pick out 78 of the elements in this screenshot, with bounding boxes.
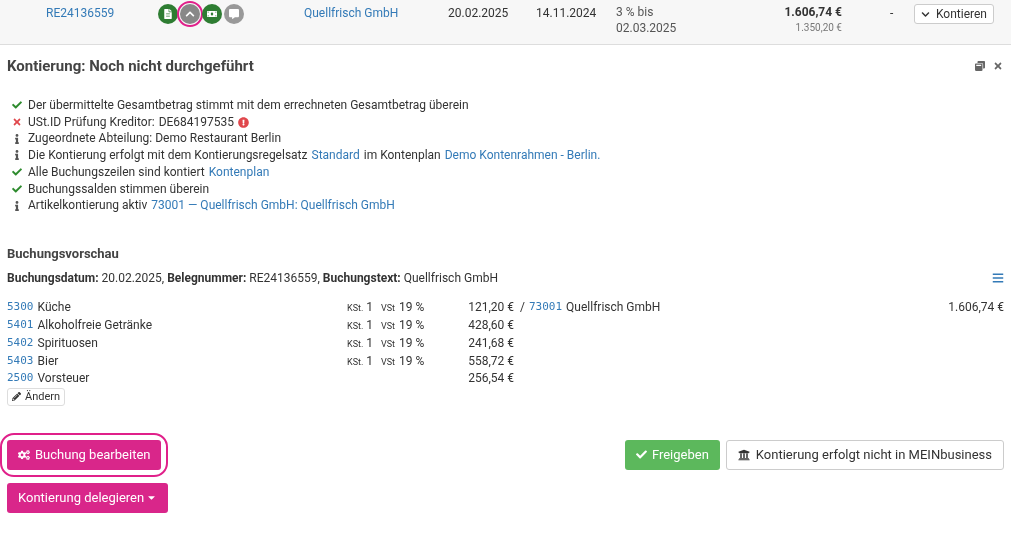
amount-text: 241,68 € [467,334,514,352]
separator-text: / [520,299,525,317]
restore-icon[interactable] [975,61,985,71]
total-amount: 1.606,74 € [948,299,1004,317]
close-icon[interactable] [993,61,1003,71]
tax-rate: 19 % [399,352,425,370]
chevron-down-icon [921,9,930,19]
check-text: Alle Buchungszeilen sind kontiert [28,163,205,181]
account-link[interactable]: 5401 [7,317,34,335]
bank-icon [737,448,750,461]
invoice-number-link[interactable]: RE24136559 [46,4,158,22]
account-name: Vorsteuer [37,370,90,387]
kontieren-button[interactable]: Kontieren [914,4,994,24]
account-name: Bier [37,352,59,370]
account-link[interactable]: 73001 [528,299,563,318]
cost-center-value: 1 [366,334,374,352]
check-text: Zugeordnete Abteilung: Demo Restaurant Berlin [28,130,282,148]
tax-rate: 19 % [399,317,425,334]
panel-title: Kontierung: Noch nicht durchgeführt [7,55,254,77]
amount-text: 256,54 € [467,370,514,387]
net-amount-text: 1.350,20 € [795,21,842,35]
amount-text: 1.606,74 € [784,4,842,20]
external-booking-button[interactable]: Kontierung erfolgt nicht in MEINbusiness [725,439,1004,470]
check-text: Artikelkontierung aktiv [28,197,148,214]
link[interactable]: 73001 — Quellfrisch GmbH: Quellfrisch GmbH [151,197,395,214]
discount-text: 02.03.2025 [616,20,678,36]
gears-icon [18,448,30,461]
check-text: Der übermittelte Gesamtbetrag stimmt mit dem errechneten Gesamtbetrag überein [28,97,469,114]
cost-center-label: KSt. [347,355,364,369]
delegate-button[interactable]: Kontierung delegieren [7,482,169,513]
amount-text: 558,72 € [467,352,514,370]
edit-button[interactable]: Ändern [7,387,66,406]
due-date-text: 14.11.2024 [536,5,598,22]
tax-label: VSt [381,337,396,351]
release-button[interactable]: Freigeben [624,439,720,470]
tax-label: VSt [381,302,396,316]
check-text: Die Kontierung erfolgt mit dem Kontierungsregelsatz [28,147,308,164]
check-text: USt.ID Prüfung Kreditor: [28,113,155,131]
cost-center-label: KSt. [347,320,364,334]
money-icon[interactable] [202,4,222,24]
cost-center-value: 1 [366,317,374,334]
account-name: Alkoholfreie Getränke [37,317,153,335]
booking-meta-text: Buchungsdatum: 20.02.2025, Belegnummer: RE24136559, Buchungstext: Quellfrisch GmbH [7,270,498,288]
tax-rate: 19 % [399,299,425,317]
check-icon [635,449,647,461]
account-link[interactable]: 2500 [7,370,34,387]
supplier-link[interactable]: Quellfrisch GmbH [304,4,448,22]
cost-center-label: KSt. [347,302,364,316]
pencil-icon [12,392,21,402]
account-name: Küche [37,299,71,317]
account-link[interactable]: 5403 [7,352,34,371]
tax-label: VSt [381,320,396,334]
chevron-up-icon[interactable] [180,4,200,24]
document-icon[interactable] [158,4,178,24]
dash-text: - [890,5,895,22]
cost-center-label: KSt. [347,337,364,351]
cost-center-value: 1 [366,299,374,317]
account-link[interactable]: 5402 [7,334,34,353]
check-text: DE684197535 [158,113,235,131]
preview-title: Buchungsvorschau [7,244,120,263]
discount-text: 3 % bis [616,4,655,20]
account-name: Spirituosen [37,334,98,352]
link[interactable]: Standard [311,147,360,164]
amount-text: 121,20 € [467,299,514,317]
link[interactable]: Demo Kontenrahmen - Berlin. [444,147,601,164]
check-text: Buchungssalden stimmen überein [28,180,210,198]
date-text: 20.02.2025 [448,5,510,22]
check-text: im Kontenplan [363,147,441,164]
account-link[interactable]: 5300 [7,299,34,318]
menu-icon[interactable] [992,272,1004,285]
comment-icon[interactable] [224,4,244,24]
edit-booking-button[interactable]: Buchung bearbeiten [7,439,162,470]
tax-rate: 19 % [399,334,425,352]
amount-text: 428,60 € [467,317,514,335]
tax-label: VSt [381,355,396,369]
link[interactable]: Kontenplan [208,163,270,181]
account-name: Quellfrisch GmbH [566,299,661,317]
cost-center-value: 1 [366,352,374,370]
